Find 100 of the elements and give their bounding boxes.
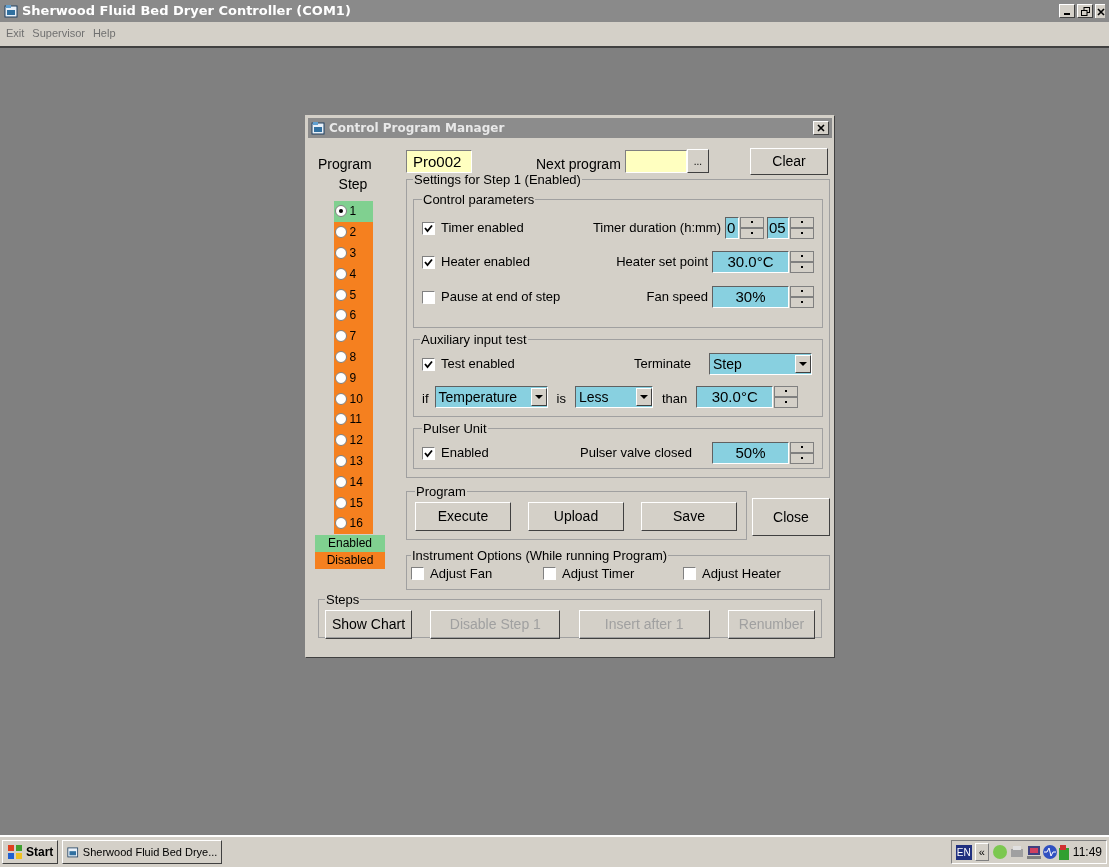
checkbox[interactable]: Adjust Timer bbox=[543, 563, 683, 583]
close-button[interactable] bbox=[813, 121, 829, 135]
spin-button[interactable] bbox=[790, 442, 814, 464]
taskbar-button[interactable]: Sherwood Fluid Bed Drye... bbox=[62, 840, 223, 864]
step-radio[interactable]: 9 bbox=[333, 367, 373, 389]
spin-button[interactable] bbox=[774, 386, 799, 408]
radio-button[interactable] bbox=[334, 330, 347, 343]
checkbox[interactable]: Adjust Heater bbox=[683, 563, 813, 583]
app-icon bbox=[67, 845, 79, 859]
windows-logo-icon bbox=[7, 844, 23, 860]
step-radio[interactable]: 11 bbox=[333, 408, 373, 430]
comparison-dropdown[interactable]: Less bbox=[574, 386, 653, 408]
minimize-icon bbox=[1064, 13, 1070, 15]
step-radio[interactable]: 4 bbox=[333, 263, 373, 285]
restore-icon bbox=[1080, 6, 1090, 16]
step-action-button[interactable]: Show Chart bbox=[325, 609, 412, 639]
step-radio[interactable]: 15 bbox=[333, 492, 373, 513]
heater-set-point-label: Heater set point bbox=[616, 253, 708, 272]
program-button[interactable]: Execute bbox=[415, 501, 511, 531]
program-button[interactable]: Save bbox=[641, 501, 737, 531]
threshold-field[interactable]: 30.0°C bbox=[696, 386, 774, 408]
spin-button[interactable] bbox=[740, 217, 764, 239]
spin-button[interactable] bbox=[790, 251, 814, 273]
tray-expand-button[interactable]: « bbox=[974, 842, 989, 862]
is-label: is bbox=[556, 390, 566, 409]
if-label: if bbox=[422, 390, 429, 409]
steps-group-title: Steps bbox=[325, 591, 361, 609]
checkbox[interactable]: Heater enabled bbox=[422, 252, 530, 272]
radio-button[interactable] bbox=[334, 496, 347, 509]
clock: 11:49 bbox=[1072, 844, 1102, 861]
radio-button[interactable] bbox=[334, 371, 347, 384]
program-label: Program bbox=[318, 154, 373, 174]
radio-button[interactable] bbox=[334, 267, 347, 280]
checkbox[interactable]: Timer enabled bbox=[422, 218, 524, 238]
restore-button[interactable] bbox=[1077, 4, 1093, 18]
heater-set-point-field[interactable]: 30.0°C bbox=[712, 251, 789, 273]
checkbox[interactable]: Adjust Fan bbox=[411, 563, 543, 583]
step-radio[interactable]: 12 bbox=[333, 429, 373, 451]
checkbox[interactable]: Test enabled bbox=[422, 354, 515, 374]
program-button[interactable]: Upload bbox=[528, 501, 624, 531]
program-field[interactable]: Pro002 bbox=[406, 149, 472, 173]
radio-button[interactable] bbox=[334, 392, 347, 405]
dropdown-arrow-icon bbox=[639, 394, 648, 400]
radio-button[interactable] bbox=[334, 434, 347, 447]
step-radio[interactable]: 8 bbox=[333, 346, 373, 368]
step-radio[interactable]: 16 bbox=[333, 512, 373, 534]
radio-button[interactable] bbox=[334, 454, 347, 467]
checkmark-icon bbox=[424, 359, 433, 369]
pulser-unit-title: Pulser Unit bbox=[422, 419, 488, 438]
minutes-field[interactable]: 05 bbox=[767, 217, 789, 239]
radio-button[interactable] bbox=[334, 475, 347, 488]
step-radio[interactable]: 2 bbox=[333, 221, 373, 243]
dropdown-arrow-icon bbox=[534, 394, 543, 400]
spin-button[interactable] bbox=[790, 217, 814, 239]
terminate-dropdown[interactable]: Step bbox=[709, 353, 812, 375]
browse-button[interactable]: ... bbox=[686, 149, 709, 173]
step-radio[interactable]: 10 bbox=[333, 388, 373, 409]
radio-button[interactable] bbox=[334, 309, 347, 322]
step-label: Step bbox=[338, 175, 368, 194]
settings-group-title: Settings for Step 1 (Enabled) bbox=[413, 172, 582, 189]
pulser-valve-field[interactable]: 50% bbox=[712, 442, 789, 464]
next-program-field[interactable] bbox=[624, 149, 687, 173]
radio-button[interactable] bbox=[334, 350, 347, 363]
minimize-button[interactable] bbox=[1059, 4, 1075, 18]
app-icon bbox=[4, 4, 18, 18]
radio-button[interactable] bbox=[334, 413, 347, 426]
language-indicator[interactable]: EN bbox=[955, 844, 972, 860]
close-icon bbox=[1096, 7, 1105, 16]
fan-speed-field[interactable]: 30% bbox=[712, 286, 789, 308]
step-radio[interactable]: 5 bbox=[333, 284, 373, 305]
radio-button[interactable] bbox=[334, 205, 347, 218]
dropdown-arrow-icon bbox=[799, 361, 807, 367]
auxiliary-input-title: Auxiliary input test bbox=[420, 330, 528, 349]
spin-button[interactable] bbox=[790, 286, 814, 308]
step-radio[interactable]: 6 bbox=[333, 305, 373, 326]
step-radio[interactable]: 1 bbox=[333, 201, 373, 222]
radio-button[interactable] bbox=[334, 517, 347, 530]
timer-duration-label: Timer duration (h:mm) bbox=[592, 219, 721, 238]
close-button[interactable] bbox=[1095, 4, 1105, 18]
step-radio[interactable]: 14 bbox=[333, 471, 373, 493]
clear-button[interactable]: Clear bbox=[750, 147, 828, 175]
checkmark-icon bbox=[424, 223, 433, 233]
instrument-options-title: Instrument Options (While running Program) bbox=[411, 547, 669, 565]
than-label: than bbox=[661, 390, 688, 409]
fan-speed-label: Fan speed bbox=[646, 288, 708, 307]
step-radio[interactable]: 7 bbox=[333, 325, 373, 347]
radio-button[interactable] bbox=[334, 226, 347, 239]
step-radio[interactable]: 13 bbox=[333, 450, 373, 472]
step-radio[interactable]: 3 bbox=[333, 242, 373, 264]
checkbox[interactable]: Pause at end of step bbox=[422, 287, 561, 307]
dialog-title: Control Program Manager bbox=[329, 120, 505, 137]
tray-icons-drawing[interactable] bbox=[991, 843, 1070, 861]
start-button[interactable]: Start bbox=[2, 840, 59, 864]
hours-field[interactable]: 0 bbox=[725, 217, 739, 239]
radio-button[interactable] bbox=[334, 247, 347, 259]
variable-dropdown[interactable]: Temperature bbox=[434, 386, 548, 408]
checkbox[interactable]: Enabled bbox=[422, 443, 489, 463]
close-dialog-button[interactable]: Close bbox=[752, 498, 830, 536]
terminate-label: Terminate bbox=[633, 355, 691, 374]
radio-button[interactable] bbox=[334, 288, 347, 301]
